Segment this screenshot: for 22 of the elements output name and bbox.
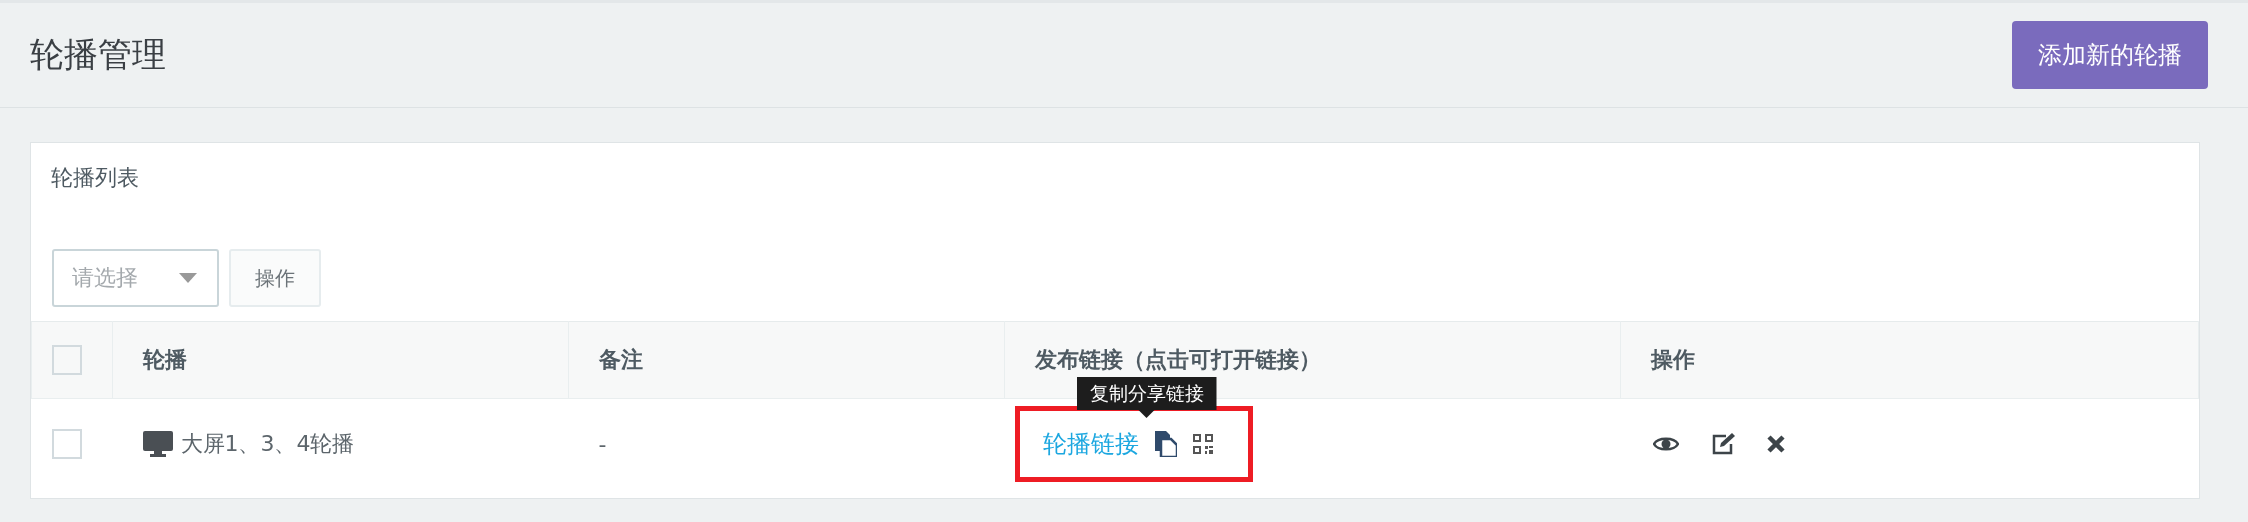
checkbox[interactable] — [52, 345, 82, 375]
column-header: 操作 — [1620, 321, 2199, 399]
monitor-icon — [142, 431, 173, 457]
checkbox[interactable] — [51, 429, 82, 459]
edit-icon[interactable] — [1710, 432, 1735, 456]
qr-code-icon[interactable] — [1192, 434, 1213, 454]
caret-icon — [179, 273, 197, 283]
close-icon[interactable] — [1766, 435, 1785, 453]
panel-title: 轮播列表 — [50, 164, 140, 192]
column-header: 轮播 — [112, 321, 569, 399]
carousel-name: 大屏1、3、4轮播 — [180, 430, 355, 458]
table-cell: - — [568, 398, 1005, 489]
column-header: 备注 — [568, 321, 1005, 399]
tooltip: 复制分享链接 — [1076, 377, 1217, 418]
carousel-link[interactable]: 轮播链接 — [1042, 428, 1139, 460]
eye-icon[interactable] — [1652, 435, 1679, 453]
select-dropdown[interactable]: 请选择 — [52, 249, 219, 307]
copy-icon[interactable] — [1154, 431, 1177, 457]
select-placeholder: 请选择 — [72, 264, 138, 292]
action-button[interactable]: 操作 — [229, 249, 321, 307]
page-title: 轮播管理 — [30, 33, 166, 76]
add-button[interactable]: 添加新的轮播 — [2012, 21, 2208, 89]
